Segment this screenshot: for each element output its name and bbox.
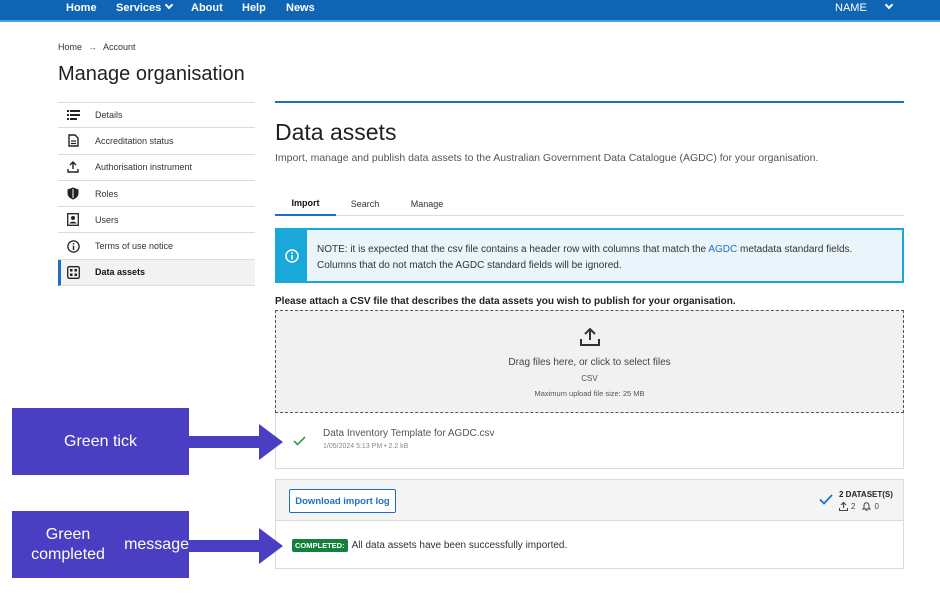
file-dropzone[interactable]: Drag files here, or click to select file… [275, 310, 904, 413]
breadcrumb: Home → Account [58, 42, 136, 52]
completed-badge: COMPLETED: [292, 539, 348, 552]
agdc-link[interactable]: AGDC [708, 244, 737, 255]
notice-text: NOTE: it is expected that the csv file c… [317, 242, 897, 274]
tab-import[interactable]: Import [275, 192, 336, 216]
tab-search[interactable]: Search [339, 192, 391, 216]
info-icon [66, 239, 80, 253]
annotation-arrow [189, 424, 283, 460]
sidebar-item-label: Authorisation instrument [95, 162, 193, 173]
completed-message: COMPLETED: All data assets have been suc… [292, 539, 567, 552]
sidebar-item-users[interactable]: Users [58, 207, 255, 234]
nav-services[interactable]: Services [116, 0, 174, 14]
attach-label: Please attach a CSV file that describes … [275, 296, 736, 307]
upload-icon [579, 327, 601, 352]
document-icon [66, 134, 80, 148]
tab-manage[interactable]: Manage [401, 192, 453, 216]
annotation-completed-message: Green completed message [12, 511, 189, 578]
section-subtitle: Import, manage and publish data assets t… [275, 152, 819, 164]
upload-icon [839, 502, 848, 511]
tab-bar: Import Search Manage [275, 192, 904, 216]
dropzone-max-size: Maximum upload file size: 25 MB [534, 389, 645, 398]
nav-help[interactable]: Help [242, 2, 266, 14]
sidebar-item-label: Roles [95, 188, 119, 199]
bell-icon [862, 502, 872, 511]
notice-bar [277, 230, 307, 281]
sidebar-item-terms-of-use-notice[interactable]: Terms of use notice [58, 233, 255, 260]
file-meta: 1/05/2024 5:13 PM • 2.2 kB [323, 443, 409, 450]
arrow-right-icon: → [88, 42, 98, 52]
upload-icon [66, 160, 80, 174]
sidebar-item-label: Details [95, 110, 123, 121]
annotation-line2: message [124, 535, 189, 553]
grid-icon [66, 265, 80, 279]
sidebar-item-authorisation-instrument[interactable]: Authorisation instrument [58, 155, 255, 181]
nav-home[interactable]: Home [66, 2, 97, 14]
section-title: Data assets [275, 119, 397, 145]
dataset-count: 2 DATASET(S) [839, 490, 893, 499]
check-icon [293, 433, 306, 451]
dropzone-text: Drag files here, or click to select file… [508, 357, 671, 368]
user-menu-chevron[interactable] [881, 0, 894, 14]
dataset-stats: 2 0 [839, 502, 879, 511]
notice-text-line2: Columns that do not match the AGDC stand… [317, 260, 622, 271]
uploaded-file-card: Data Inventory Template for AGDC.csv 1/0… [275, 413, 904, 469]
sidebar-item-accreditation-status[interactable]: Accreditation status [58, 128, 255, 155]
sidebar-item-label: Terms of use notice [95, 241, 174, 252]
breadcrumb-home[interactable]: Home [58, 42, 82, 52]
sidebar-item-roles[interactable]: Roles [58, 181, 255, 208]
dropzone-file-type: CSV [581, 374, 598, 383]
sidebar: Details Accreditation status Authorisati… [58, 102, 255, 287]
check-icon [819, 492, 833, 510]
chevron-down-icon [165, 0, 174, 10]
file-name: Data Inventory Template for AGDC.csv [323, 428, 495, 439]
chevron-down-icon [884, 0, 894, 10]
notice-text-end: metadata standard fields. [737, 244, 853, 255]
user-menu[interactable]: NAME [835, 2, 867, 14]
alert-count: 0 [874, 502, 879, 511]
sidebar-item-label: Users [95, 214, 119, 225]
sidebar-item-data-assets[interactable]: Data assets [58, 259, 255, 287]
user-card-icon [66, 213, 80, 227]
uploaded-count: 2 [851, 502, 856, 511]
import-result-card: Download import log 2 DATASET(S) 2 0 COM… [275, 479, 904, 569]
nav-news[interactable]: News [286, 2, 315, 14]
sidebar-item-details[interactable]: Details [58, 102, 255, 129]
nav-about[interactable]: About [191, 2, 223, 14]
annotation-arrow [189, 528, 283, 564]
import-result-header: Download import log 2 DATASET(S) 2 0 [276, 480, 903, 521]
download-import-log-button[interactable]: Download import log [289, 489, 396, 513]
breadcrumb-current[interactable]: Account [103, 42, 136, 52]
sidebar-item-label: Data assets [95, 267, 146, 278]
annotation-green-tick: Green tick [12, 408, 189, 475]
section-divider [275, 101, 904, 103]
sidebar-item-label: Accreditation status [95, 135, 174, 146]
annotation-line1: Green completed [31, 525, 105, 563]
notice-text-start: NOTE: it is expected that the csv file c… [317, 244, 709, 255]
page-title: Manage organisation [58, 63, 245, 85]
user-name: NAME [835, 2, 867, 14]
list-icon [66, 108, 80, 122]
shield-icon [66, 187, 80, 201]
nav-services-label: Services [116, 2, 162, 14]
info-icon [285, 248, 299, 263]
notice-box: NOTE: it is expected that the csv file c… [275, 228, 904, 283]
top-navigation: Home Services About Help News NAME [0, 0, 940, 22]
completed-text: All data assets have been successfully i… [351, 540, 568, 551]
